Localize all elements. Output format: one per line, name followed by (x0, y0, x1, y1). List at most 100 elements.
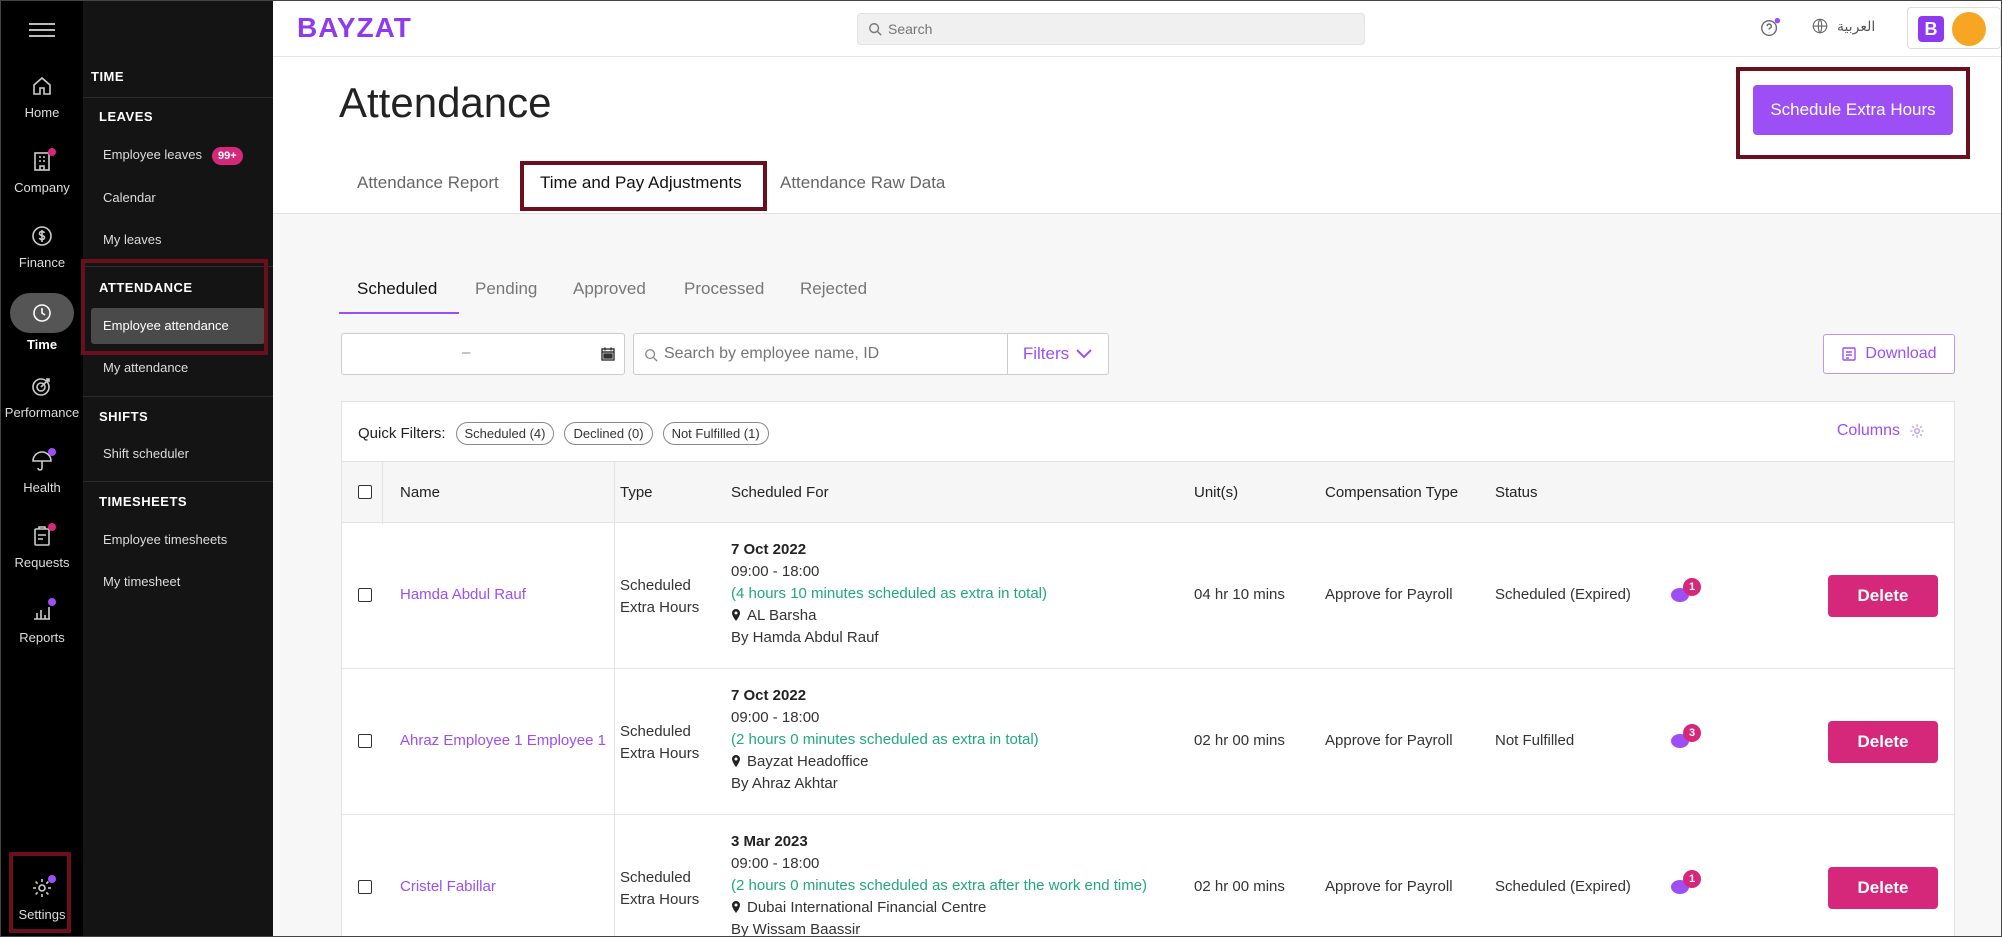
help-icon[interactable] (1759, 17, 1781, 39)
home-icon (24, 71, 60, 101)
language-switcher[interactable]: العربية (1811, 17, 1875, 35)
clock-icon (10, 293, 74, 333)
type-cell: Scheduled Extra Hours (620, 723, 700, 762)
employee-name-link[interactable]: Hamda Abdul Rauf (400, 586, 526, 603)
sidebar-title: TIME (91, 69, 125, 84)
file-icon (1842, 347, 1857, 361)
units-cell: 02 hr 00 mins (1194, 878, 1285, 895)
target-icon (24, 371, 60, 401)
employee-name-link[interactable]: Cristel Fabillar (400, 878, 496, 895)
sidebar-item-my-attendance[interactable]: My attendance (91, 350, 265, 386)
chart-icon (24, 596, 60, 626)
sidebar-item-calendar[interactable]: Calendar (91, 180, 265, 216)
location-pin-icon (732, 755, 740, 767)
subtab-approved[interactable]: Approved (573, 279, 646, 299)
nav-time[interactable]: Time (1, 293, 83, 357)
delete-button[interactable]: Delete (1828, 575, 1938, 617)
col-compensation-type[interactable]: Compensation Type (1325, 484, 1458, 501)
menu-icon[interactable] (29, 19, 55, 39)
sidebar-item-shift-scheduler[interactable]: Shift scheduler (91, 436, 265, 472)
delete-button[interactable]: Delete (1828, 867, 1938, 909)
scheduled-for-cell: 7 Oct 2022 09:00 - 18:00 (2 hours 0 minu… (731, 687, 1039, 792)
sidebar-item-my-leaves[interactable]: My leaves (91, 222, 265, 258)
comments-icon[interactable]: 1 (1669, 870, 1701, 900)
date-range-picker[interactable]: – (341, 333, 625, 375)
col-scheduled-for[interactable]: Scheduled For (731, 484, 829, 501)
nav-health[interactable]: Health (1, 446, 83, 510)
app-window: Home Company Finance Time Performance He… (0, 0, 2002, 937)
comments-icon[interactable]: 1 (1669, 578, 1701, 608)
select-all-checkbox[interactable] (358, 485, 372, 499)
download-button[interactable]: Download (1823, 334, 1955, 374)
sidebar-item-employee-timesheets[interactable]: Employee timesheets (91, 522, 265, 558)
comments-icon[interactable]: 3 (1669, 724, 1701, 754)
nav-company[interactable]: Company (1, 146, 83, 210)
units-cell: 02 hr 00 mins (1194, 732, 1285, 749)
table-row: Ahraz Employee 1 Employee 1 Scheduled Ext… (342, 669, 1954, 815)
location-pin-icon (732, 609, 740, 621)
table-row: Hamda Abdul Rauf Scheduled Extra Hours 7 … (342, 523, 1954, 669)
nav-finance[interactable]: Finance (1, 221, 83, 285)
quick-filter-declined[interactable]: Declined (0) (564, 422, 653, 445)
nav-requests[interactable]: Requests (1, 521, 83, 585)
row-checkbox[interactable] (358, 880, 372, 894)
col-status[interactable]: Status (1495, 484, 1538, 501)
compensation-cell: Approve for Payroll (1325, 878, 1453, 895)
scheduled-for-cell: 7 Oct 2022 09:00 - 18:00 (4 hours 10 min… (731, 541, 1048, 646)
col-name[interactable]: Name (400, 484, 440, 501)
employee-search-input[interactable] (664, 334, 994, 374)
dollar-icon (24, 221, 60, 251)
status-cell: Scheduled (Expired) (1495, 586, 1631, 603)
columns-button[interactable]: Columns (1837, 422, 1926, 440)
building-icon (24, 146, 60, 176)
type-cell: Scheduled Extra Hours (620, 577, 700, 616)
highlight-active-tab (520, 161, 767, 211)
page-title: Attendance (339, 79, 552, 126)
filters-button[interactable]: Filters (1007, 333, 1109, 375)
company-logo: B (1918, 16, 1944, 42)
tab-attendance-raw-data[interactable]: Attendance Raw Data (780, 173, 945, 193)
subtab-rejected[interactable]: Rejected (800, 279, 867, 299)
col-units[interactable]: Unit(s) (1194, 484, 1238, 501)
bayzat-logo[interactable]: BAYZAT (297, 12, 412, 44)
clipboard-icon (24, 521, 60, 551)
nav-performance[interactable]: Performance (1, 371, 83, 435)
sidebar-item-my-timesheet[interactable]: My timesheet (91, 564, 265, 600)
nav-home[interactable]: Home (1, 71, 83, 135)
employee-name-link[interactable]: Ahraz Employee 1 Employee 1 (400, 732, 606, 749)
subtab-processed[interactable]: Processed (684, 279, 764, 299)
section-shifts: SHIFTS (99, 409, 149, 424)
section-timesheets: TIMESHEETS (99, 494, 188, 509)
employee-search[interactable] (633, 333, 1009, 375)
highlight-attendance-section (81, 259, 268, 355)
delete-button[interactable]: Delete (1828, 721, 1938, 763)
account-menu[interactable]: B (1907, 7, 2001, 49)
status-cell: Scheduled (Expired) (1495, 878, 1631, 895)
subtab-scheduled[interactable]: Scheduled (357, 279, 437, 299)
search-input[interactable] (888, 14, 1348, 44)
highlight-settings (9, 852, 71, 933)
scheduled-for-cell: 3 Mar 2023 09:00 - 18:00 (2 hours 0 minu… (731, 833, 1148, 937)
section-leaves: LEAVES (99, 109, 154, 124)
col-type[interactable]: Type (620, 484, 653, 501)
sidebar-item-employee-leaves[interactable]: Employee leaves 99+ (91, 137, 265, 173)
row-checkbox[interactable] (358, 734, 372, 748)
quick-filters: Quick Filters: Scheduled (4) Declined (0… (358, 422, 769, 445)
tab-attendance-report[interactable]: Attendance Report (357, 173, 499, 193)
table-row: Cristel Fabillar Scheduled Extra Hours 3 … (342, 815, 1954, 937)
chevron-down-icon (1076, 349, 1092, 359)
type-cell: Scheduled Extra Hours (620, 869, 700, 908)
subtab-pending[interactable]: Pending (475, 279, 537, 299)
leaves-count-badge: 99+ (212, 146, 243, 165)
row-checkbox[interactable] (358, 588, 372, 602)
nav-reports[interactable]: Reports (1, 596, 83, 660)
umbrella-icon (24, 446, 60, 476)
avatar (1952, 12, 1986, 46)
quick-filter-scheduled[interactable]: Scheduled (4) (455, 422, 555, 445)
top-bar: BAYZAT العربية B (273, 1, 2001, 57)
quick-filter-not-fulfilled[interactable]: Not Fulfilled (1) (662, 422, 769, 445)
adjustments-table-card: Quick Filters: Scheduled (4) Declined (0… (341, 401, 1955, 937)
global-search[interactable] (857, 13, 1365, 45)
units-cell: 04 hr 10 mins (1194, 586, 1285, 603)
calendar-icon[interactable] (600, 346, 616, 362)
